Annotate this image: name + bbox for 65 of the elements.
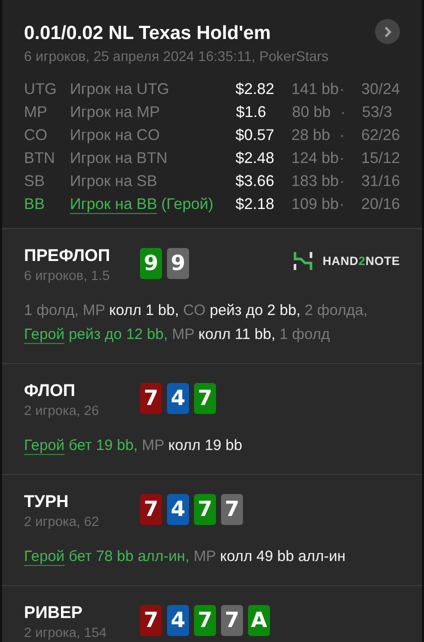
- seat-position: CO: [24, 126, 48, 146]
- stack-bb: 183 bb: [291, 172, 340, 192]
- stack-bb: 80 bb: [292, 102, 332, 123]
- hero-label: (Герой): [161, 194, 214, 215]
- hand-subtitle: 6 игроков, 25 апреля 2024 16:35:11, PokerStars: [24, 47, 329, 66]
- street-actions: Герой бет 19 bb, MP колл 19 bb: [24, 436, 244, 456]
- seat-position: UTG: [24, 80, 58, 100]
- player-stack: $1.6: [236, 102, 268, 123]
- player-name: Игрок на UTG: [70, 80, 170, 100]
- street-subtitle: 2 игрока, 154: [24, 624, 108, 642]
- player-stack: $0.57: [235, 126, 276, 146]
- hero-link[interactable]: Герой: [24, 437, 65, 454]
- playing-card: 9: [140, 248, 162, 279]
- player-stats: 15/12: [361, 148, 400, 169]
- player-name: Игрок на CO: [70, 126, 160, 146]
- seat-position: BTN: [24, 148, 56, 169]
- playing-card: 7: [194, 494, 216, 525]
- player-stack: $2.18: [235, 194, 276, 215]
- player-name: Игрок на MP: [70, 102, 160, 123]
- playing-card: 9: [167, 248, 189, 279]
- street-actions: Герой бет 78 bb алл-ин, MP колл 49 bb алл-ин: [24, 547, 347, 567]
- playing-card: 4: [167, 605, 189, 636]
- stack-bb: 124 bb: [291, 148, 340, 169]
- street-subtitle: 2 игрока, 62: [24, 513, 100, 531]
- playing-card: 7: [140, 383, 162, 414]
- brand-logo-text: HAND2NOTE: [322, 253, 400, 270]
- chevron-right-icon: [384, 26, 392, 38]
- playing-card: 4: [167, 494, 189, 525]
- street-actions: 1 фолд, MP колл 1 bb, CO рейз до 2 bb, 2 фолда, Герой рейз до 12 bb, MP колл 11 bb, 1 фолд: [24, 301, 369, 345]
- hero-link[interactable]: Герой: [24, 548, 65, 565]
- next-hand-button[interactable]: [375, 19, 400, 44]
- player-stack: $3.66: [235, 172, 276, 192]
- logo-icon: [292, 251, 313, 271]
- player-name[interactable]: Игрок на BB: [70, 192, 158, 216]
- stack-bb: 28 bb: [291, 126, 332, 146]
- street-subtitle: 6 игроков, 1.5: [24, 267, 111, 285]
- player-stats: 53/3: [362, 102, 392, 123]
- street-title: ПРЕФЛОП: [24, 245, 112, 267]
- playing-card: 7: [221, 494, 243, 525]
- player-stack: $2.48: [235, 148, 276, 169]
- seat-position: BB: [24, 194, 46, 215]
- playing-card: 7: [140, 605, 162, 636]
- hero-link[interactable]: Герой: [24, 326, 65, 343]
- street-title: ФЛОП: [24, 380, 76, 402]
- playing-card: 7: [140, 494, 162, 525]
- player-stats: 20/16: [361, 194, 400, 215]
- playing-card: A: [248, 605, 270, 636]
- player-stats: 30/24: [361, 80, 400, 100]
- hand-title: 0.01/0.02 NL Texas Hold'em: [24, 22, 272, 46]
- stack-bb: 109 bb: [291, 194, 340, 215]
- street-title: ТУРН: [24, 491, 70, 513]
- street-title: РИВЕР: [24, 602, 84, 624]
- player-name: Игрок на SB: [70, 172, 158, 192]
- player-stack: $2.82: [235, 80, 276, 100]
- player-stats: 31/16: [361, 172, 400, 192]
- stack-bb: 141 bb: [291, 80, 340, 100]
- playing-card: 7: [194, 605, 216, 636]
- seat-position: MP: [24, 102, 48, 123]
- street-subtitle: 2 игрока, 26: [24, 402, 100, 420]
- playing-card: 7: [221, 605, 243, 636]
- playing-card: 7: [194, 383, 216, 414]
- playing-card: 4: [167, 383, 189, 414]
- player-stats: 62/26: [361, 126, 400, 146]
- seat-position: SB: [24, 172, 46, 192]
- player-name: Игрок на BTN: [70, 148, 168, 169]
